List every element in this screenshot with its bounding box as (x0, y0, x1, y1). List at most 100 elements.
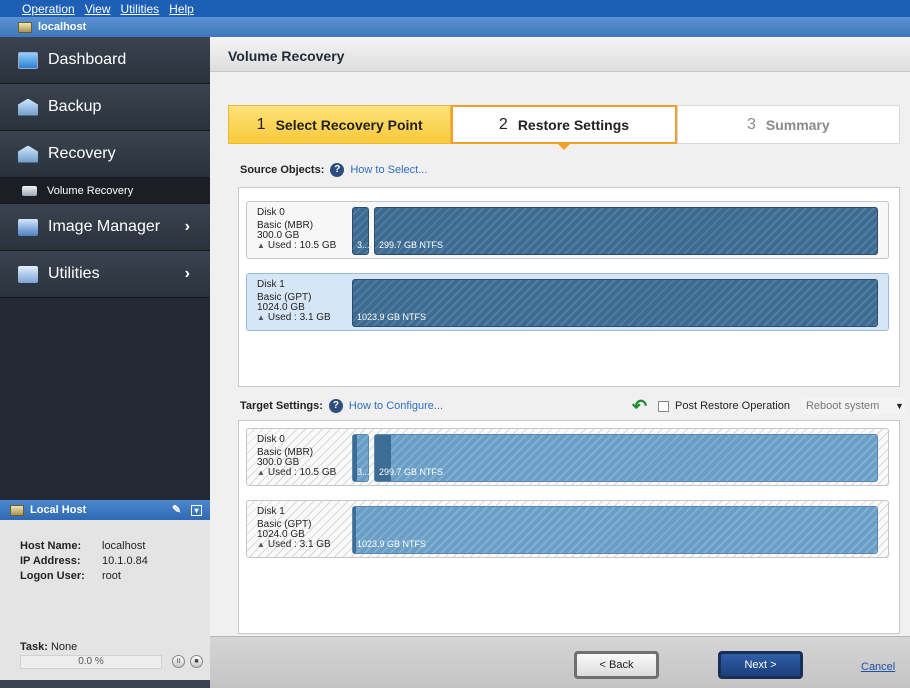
partition-ntfs[interactable]: 299.7 GB NTFS (374, 207, 878, 255)
disk-info: Disk 1 Basic (GPT) 1024.0 GB ▲ Used : 3.1… (257, 507, 331, 550)
local-host-info: Host Name: localhost IP Address: 10.1.0.84… (0, 520, 210, 585)
disk-used: Used : 3.1 GB (267, 539, 331, 550)
task-status: Task: None (20, 641, 77, 653)
used-icon: ▲ (257, 468, 265, 477)
step-number: 2 (498, 115, 508, 133)
partition-label: 3... (357, 240, 370, 250)
chevron-down-icon: ▼ (895, 401, 904, 411)
post-restore-checkbox[interactable] (658, 400, 669, 412)
disk-name: Disk 1 (257, 279, 285, 290)
disk-info: Disk 0 Basic (MBR) 300.0 GB ▲ Used : 10.5… (257, 435, 336, 478)
logon-user-label: Logon User: (20, 570, 85, 582)
pin-icon[interactable]: ✎ (172, 504, 183, 516)
disk-name: Disk 0 (257, 434, 285, 445)
menu-operation[interactable]: Operation (22, 2, 75, 16)
page-title: Volume Recovery (210, 37, 910, 72)
task-progress-bar: 0.0 % (20, 655, 162, 669)
host-name-value: localhost (102, 540, 146, 552)
sidebar-item-backup[interactable]: Backup (0, 84, 210, 131)
disk-name: Disk 0 (257, 207, 285, 218)
sidebar-item-label: Recovery (48, 145, 116, 162)
source-disk-1[interactable]: Disk 1 Basic (GPT) 1024.0 GB ▲ Used : 3.1… (246, 273, 889, 331)
partition-label: 299.7 GB NTFS (379, 240, 444, 250)
task-value: None (50, 641, 78, 653)
source-objects-label: Source Objects: (240, 164, 325, 176)
chevron-right-icon: › (184, 218, 190, 235)
image-manager-icon (18, 218, 38, 236)
sidebar-item-dashboard[interactable]: Dashboard (0, 37, 210, 84)
partition-label: 1023.9 GB NTFS (357, 312, 427, 322)
host-icon (10, 504, 24, 516)
source-objects-heading: Source Objects: ? How to Select... (240, 163, 427, 177)
logon-user-value: root (102, 570, 121, 582)
how-to-configure-link[interactable]: How to Configure... (349, 400, 443, 412)
main-content: Volume Recovery 1 Select Recovery Point … (210, 37, 910, 688)
sidebar-item-label: Dashboard (48, 51, 127, 68)
collapse-icon[interactable]: ▾ (191, 504, 202, 516)
disk-used: Used : 10.5 GB (267, 467, 337, 478)
host-icon (18, 21, 32, 33)
used-icon: ▲ (257, 313, 265, 322)
target-settings-heading: Target Settings: ? How to Configure... (240, 399, 443, 413)
menu-utilities[interactable]: Utilities (121, 2, 160, 16)
recovery-icon (18, 145, 38, 163)
utilities-icon (18, 265, 38, 283)
sidebar-item-label: Utilities (48, 265, 100, 282)
step-select-recovery-point[interactable]: 1 Select Recovery Point (228, 105, 452, 144)
sidebar-item-recovery[interactable]: Recovery (0, 131, 210, 178)
disk-info: Disk 1 Basic (GPT) 1024.0 GB ▲ Used : 3.1… (257, 280, 331, 323)
cancel-link[interactable]: Cancel (861, 661, 895, 673)
next-button[interactable]: Next > (718, 651, 803, 679)
dashboard-icon (18, 51, 38, 69)
step-label: Restore Settings (517, 116, 630, 133)
partition-ntfs[interactable]: 299.7 GB NTFS (374, 434, 878, 482)
step-number: 3 (746, 115, 756, 133)
backup-icon (18, 98, 38, 116)
wizard-steps: 1 Select Recovery Point 2 Restore Settin… (228, 105, 900, 150)
menu-help[interactable]: Help (169, 2, 194, 16)
partition-ntfs[interactable]: 1023.9 GB NTFS (352, 506, 878, 554)
target-settings-label: Target Settings: (240, 400, 323, 412)
step-label: Select Recovery Point (275, 116, 423, 133)
partition-small[interactable]: 3... (352, 434, 370, 482)
partition-small[interactable]: 3... (352, 207, 370, 255)
partition-label: 1023.9 GB NTFS (357, 539, 427, 549)
host-name-label: Host Name: (20, 540, 82, 552)
pause-button[interactable]: II (172, 655, 185, 668)
post-restore-controls: ↶ Post Restore Operation Reboot system ▼ (632, 397, 906, 415)
volume-icon (22, 185, 37, 196)
partition-ntfs[interactable]: 1023.9 GB NTFS (352, 279, 878, 327)
help-icon[interactable]: ? (330, 163, 345, 177)
how-to-select-link[interactable]: How to Select... (350, 164, 427, 176)
disk-used: Used : 10.5 GB (267, 240, 337, 251)
step-number: 1 (256, 115, 266, 133)
help-icon[interactable]: ? (328, 399, 343, 413)
menu-view[interactable]: View (85, 2, 111, 16)
undo-icon[interactable]: ↶ (632, 397, 652, 415)
ip-address-label: IP Address: (20, 555, 81, 567)
target-disk-0[interactable]: Disk 0 Basic (MBR) 300.0 GB ▲ Used : 10.5… (246, 428, 889, 486)
sidebar-item-label: Backup (48, 98, 102, 115)
post-restore-value: Reboot system (805, 400, 880, 412)
step-restore-settings[interactable]: 2 Restore Settings (451, 105, 677, 150)
stop-button[interactable]: ■ (190, 655, 203, 668)
step-summary[interactable]: 3 Summary (676, 105, 900, 144)
source-disk-0[interactable]: Disk 0 Basic (MBR) 300.0 GB ▲ Used : 10.5… (246, 201, 889, 259)
local-host-panel: Local Host ✎ ▾ Host Name: localhost IP Ad… (0, 500, 210, 688)
local-host-title: Local Host (30, 504, 87, 516)
disk-name: Disk 1 (257, 506, 285, 517)
back-button[interactable]: < Back (574, 651, 659, 679)
sidebar-item-label: Volume Recovery (47, 184, 134, 197)
sidebar-item-image-manager[interactable]: Image Manager › (0, 204, 210, 251)
panel-bottom-bar (0, 680, 210, 688)
used-icon: ▲ (257, 540, 265, 549)
post-restore-select[interactable]: Reboot system ▼ (801, 398, 906, 414)
partition-label: 3... (357, 467, 370, 477)
disk-info: Disk 0 Basic (MBR) 300.0 GB ▲ Used : 10.5… (257, 208, 336, 251)
sidebar-item-utilities[interactable]: Utilities › (0, 251, 210, 298)
task-label: Task: (20, 641, 48, 653)
ip-address-value: 10.1.0.84 (102, 555, 148, 567)
sidebar-subitem-volume-recovery[interactable]: Volume Recovery (0, 178, 210, 204)
sidebar-item-label: Image Manager (48, 218, 161, 235)
target-disk-1[interactable]: Disk 1 Basic (GPT) 1024.0 GB ▲ Used : 3.1… (246, 500, 889, 558)
